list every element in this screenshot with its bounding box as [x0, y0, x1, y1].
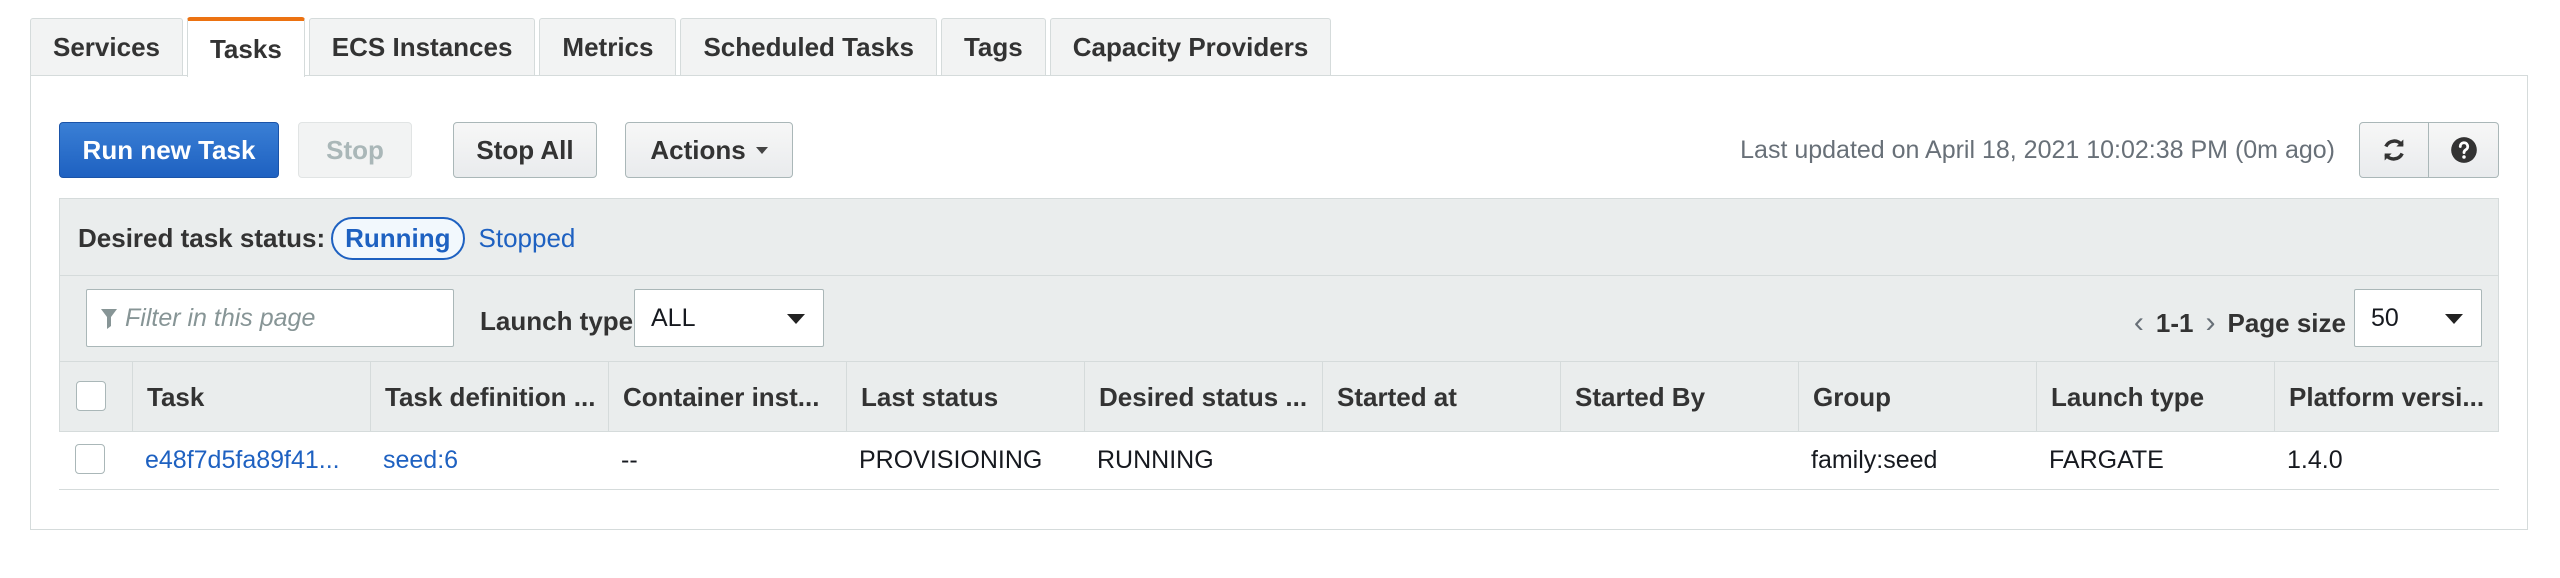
task-id-link[interactable]: e48f7d5fa89f41... — [145, 446, 355, 475]
last-status-cell: PROVISIONING — [859, 446, 1043, 474]
column-header-started-by[interactable]: Started By — [1560, 362, 1798, 432]
column-header-platform-version[interactable]: Platform versi... — [2274, 362, 2500, 432]
actions-dropdown[interactable]: Actions — [625, 122, 793, 178]
column-header-task-definition[interactable]: Task definition ... — [370, 362, 608, 432]
tab-ecs-instances[interactable]: ECS Instances — [308, 18, 536, 76]
run-new-task-button[interactable]: Run new Task — [59, 122, 279, 178]
desired-status-cell: RUNNING — [1097, 446, 1214, 474]
actions-label: Actions — [650, 134, 746, 165]
page-range: 1-1 — [2155, 307, 2194, 338]
platform-version-cell: 1.4.0 — [2287, 446, 2343, 474]
next-page-icon[interactable]: › — [2205, 306, 2215, 340]
launch-type-label: Launch type — [480, 306, 634, 336]
chevron-down-icon — [2445, 314, 2463, 324]
column-header-launch-type[interactable]: Launch type — [2036, 362, 2274, 432]
help-icon — [2450, 137, 2477, 163]
page-size-label: Page size — [2227, 307, 2346, 338]
page-size-value: 50 — [2371, 303, 2399, 332]
divider — [60, 275, 2498, 276]
column-header-container-instance[interactable]: Container inst... — [608, 362, 846, 432]
column-header-group[interactable]: Group — [1798, 362, 2036, 432]
tab-capacity-providers[interactable]: Capacity Providers — [1049, 18, 1332, 76]
previous-page-icon[interactable]: ‹ — [2134, 306, 2144, 340]
tab-tasks[interactable]: Tasks — [186, 17, 305, 77]
launch-type-select[interactable]: ALL — [634, 289, 824, 347]
stop-button[interactable]: Stop — [298, 122, 412, 178]
help-button[interactable] — [2429, 122, 2499, 178]
container-instance-cell: -- — [621, 446, 638, 474]
status-stopped-link[interactable]: Stopped — [479, 223, 576, 254]
toolbar: Run new Task Stop Stop All Actions Last … — [59, 122, 2499, 182]
caret-down-icon — [755, 146, 768, 154]
last-updated-text: Last updated on April 18, 2021 10:02:38 … — [1740, 136, 2335, 164]
task-definition-link[interactable]: seed:6 — [383, 446, 593, 475]
column-header-desired-status[interactable]: Desired status ... — [1084, 362, 1322, 432]
desired-status-filter: Desired task status: Running Stopped — [78, 215, 575, 261]
filter-placeholder: Filter in this page — [125, 303, 316, 332]
page-size-select[interactable]: 50 — [2354, 289, 2482, 347]
table-row: e48f7d5fa89f41... seed:6 -- PROVISIONING… — [59, 432, 2499, 490]
filter-icon — [101, 309, 117, 329]
table-header-area: Desired task status: Running Stopped Fil… — [59, 198, 2499, 432]
filter-input[interactable]: Filter in this page — [86, 289, 454, 347]
launch-type-value: ALL — [651, 303, 696, 332]
pagination: ‹ 1-1 › Page size — [2134, 306, 2346, 340]
launch-type-cell: FARGATE — [2049, 446, 2164, 474]
column-header-task[interactable]: Task — [132, 362, 370, 432]
column-header-started-at[interactable]: Started at — [1322, 362, 1560, 432]
column-header-last-status[interactable]: Last status — [846, 362, 1084, 432]
chevron-down-icon — [787, 314, 805, 324]
select-all-checkbox[interactable] — [76, 381, 106, 411]
stop-all-button[interactable]: Stop All — [453, 122, 597, 178]
tab-bar: Services Tasks ECS Instances Metrics Sch… — [30, 17, 1332, 77]
row-checkbox[interactable] — [75, 444, 105, 474]
desired-status-label: Desired task status: — [78, 222, 326, 253]
tab-tags[interactable]: Tags — [940, 18, 1046, 76]
refresh-button[interactable] — [2359, 122, 2429, 178]
tasks-panel: Run new Task Stop Stop All Actions Last … — [30, 75, 2528, 530]
tab-metrics[interactable]: Metrics — [539, 18, 677, 76]
refresh-icon — [2384, 139, 2404, 161]
status-running-toggle[interactable]: Running — [331, 216, 465, 260]
group-cell: family:seed — [1811, 446, 1938, 474]
tab-scheduled-tasks[interactable]: Scheduled Tasks — [680, 18, 937, 76]
tab-services[interactable]: Services — [30, 18, 183, 76]
